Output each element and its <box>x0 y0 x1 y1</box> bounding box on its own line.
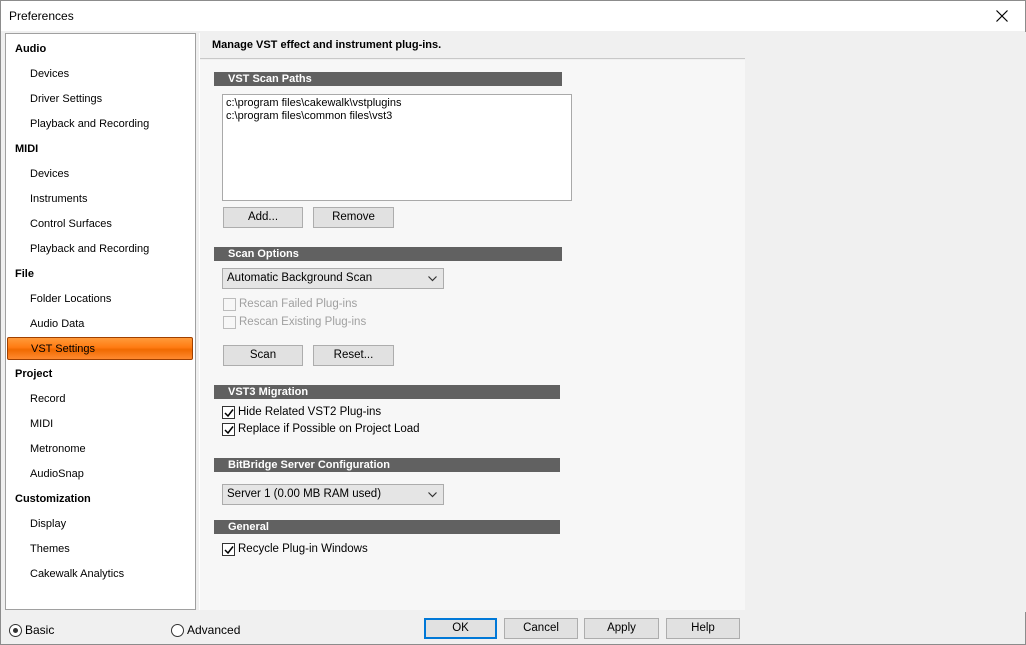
cancel-button[interactable]: Cancel <box>504 618 578 639</box>
ok-button[interactable]: OK <box>424 618 497 639</box>
apply-button[interactable]: Apply <box>584 618 659 639</box>
nav-item-audiosnap[interactable]: AudioSnap <box>30 468 84 480</box>
checkmark-icon <box>224 409 234 418</box>
recycle-windows-option[interactable]: Recycle Plug-in Windows <box>222 543 422 557</box>
nav-item-control-surfaces[interactable]: Control Surfaces <box>30 218 112 230</box>
scan-path-item[interactable]: c:\program files\cakewalk\vstplugins <box>226 97 568 110</box>
nav-item-driver-settings[interactable]: Driver Settings <box>30 93 102 105</box>
section-vst3-migration: VST3 Migration <box>214 385 560 399</box>
recycle-windows-label: Recycle Plug-in Windows <box>238 543 368 555</box>
basic-mode-option[interactable]: Basic <box>9 624 69 638</box>
scan-path-item[interactable]: c:\program files\common files\vst3 <box>226 110 568 123</box>
nav-category-file[interactable]: File <box>15 268 34 280</box>
reset-button[interactable]: Reset... <box>313 345 394 366</box>
panel-body: VST Scan Paths c:\program files\cakewalk… <box>200 60 745 610</box>
section-scan-options: Scan Options <box>214 247 562 261</box>
nav-item-instruments[interactable]: Instruments <box>30 193 87 205</box>
checkmark-icon <box>224 426 234 435</box>
nav-item-audio-data[interactable]: Audio Data <box>30 318 84 330</box>
nav-item-audio-playback-recording[interactable]: Playback and Recording <box>30 118 149 130</box>
rescan-existing-label: Rescan Existing Plug-ins <box>239 316 367 328</box>
add-path-button[interactable]: Add... <box>223 207 303 228</box>
nav-item-metronome[interactable]: Metronome <box>30 443 86 455</box>
nav-item-vst-settings-label: VST Settings <box>31 343 95 355</box>
remove-path-button[interactable]: Remove <box>313 207 394 228</box>
nav-category-project[interactable]: Project <box>15 368 52 380</box>
checkmark-icon <box>224 546 234 555</box>
advanced-label: Advanced <box>187 623 241 637</box>
rescan-existing-option[interactable]: Rescan Existing Plug-ins <box>223 316 423 330</box>
nav-item-midi-playback-recording[interactable]: Playback and Recording <box>30 243 149 255</box>
nav-item-vst-settings[interactable]: VST Settings <box>7 337 193 360</box>
sidebar-nav: Audio Devices Driver Settings Playback a… <box>5 33 196 610</box>
nav-item-audio-devices[interactable]: Devices <box>30 68 69 80</box>
replace-on-load-checkbox[interactable] <box>222 423 235 436</box>
rescan-failed-label: Rescan Failed Plug-ins <box>239 298 358 310</box>
hide-vst2-checkbox[interactable] <box>222 406 235 419</box>
nav-item-themes[interactable]: Themes <box>30 543 70 555</box>
chevron-down-icon <box>428 492 437 498</box>
nav-category-customization[interactable]: Customization <box>15 493 91 505</box>
close-button[interactable] <box>979 1 1025 31</box>
hide-vst2-option[interactable]: Hide Related VST2 Plug-ins <box>222 406 422 420</box>
close-icon <box>996 10 1008 22</box>
panel-header-text: Manage VST effect and instrument plug-in… <box>212 39 442 51</box>
section-general: General <box>214 520 560 534</box>
preferences-window: Preferences Audio Devices Driver Setting… <box>0 0 1026 645</box>
title-bar: Preferences <box>1 1 1025 31</box>
scan-button[interactable]: Scan <box>223 345 303 366</box>
panel-header: Manage VST effect and instrument plug-in… <box>200 33 745 59</box>
basic-label: Basic <box>25 623 55 637</box>
rescan-failed-checkbox[interactable] <box>223 298 236 311</box>
nav-category-audio[interactable]: Audio <box>15 43 46 55</box>
advanced-mode-option[interactable]: Advanced <box>171 624 251 638</box>
nav-item-midi-devices[interactable]: Devices <box>30 168 69 180</box>
replace-on-load-label: Replace if Possible on Project Load <box>238 423 420 435</box>
nav-category-midi[interactable]: MIDI <box>15 143 38 155</box>
scan-mode-dropdown[interactable]: Automatic Background Scan <box>222 268 444 289</box>
vst-settings-panel: Manage VST effect and instrument plug-in… <box>199 33 745 610</box>
bitbridge-server-value: Server 1 (0.00 MB RAM used) <box>227 488 382 500</box>
empty-area <box>745 32 1026 612</box>
scan-mode-value: Automatic Background Scan <box>227 272 373 284</box>
recycle-windows-checkbox[interactable] <box>222 543 235 556</box>
hide-vst2-label: Hide Related VST2 Plug-ins <box>238 406 382 418</box>
nav-item-display[interactable]: Display <box>30 518 66 530</box>
chevron-down-icon <box>428 276 437 282</box>
section-vst-scan-paths: VST Scan Paths <box>214 72 562 86</box>
nav-item-cakewalk-analytics[interactable]: Cakewalk Analytics <box>30 568 124 580</box>
nav-item-record[interactable]: Record <box>30 393 65 405</box>
help-button[interactable]: Help <box>666 618 740 639</box>
replace-on-load-option[interactable]: Replace if Possible on Project Load <box>222 423 452 437</box>
rescan-failed-option[interactable]: Rescan Failed Plug-ins <box>223 298 423 312</box>
scan-paths-list[interactable]: c:\program files\cakewalk\vstplugins c:\… <box>222 94 572 201</box>
nav-item-folder-locations[interactable]: Folder Locations <box>30 293 111 305</box>
section-bitbridge: BitBridge Server Configuration <box>214 458 560 472</box>
bitbridge-server-dropdown[interactable]: Server 1 (0.00 MB RAM used) <box>222 484 444 505</box>
rescan-existing-checkbox[interactable] <box>223 316 236 329</box>
basic-radio[interactable] <box>9 624 22 637</box>
window-title: Preferences <box>9 9 74 23</box>
nav-item-project-midi[interactable]: MIDI <box>30 418 53 430</box>
advanced-radio[interactable] <box>171 624 184 637</box>
